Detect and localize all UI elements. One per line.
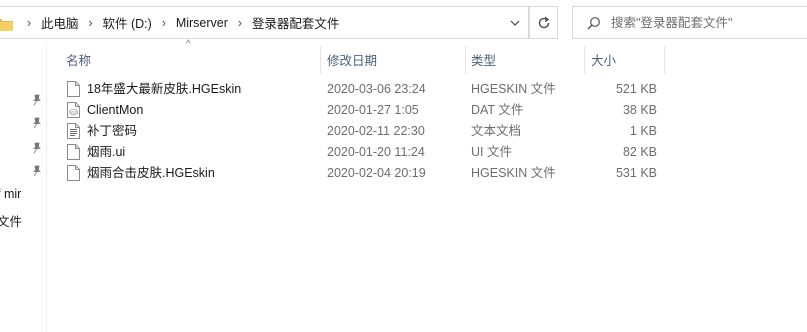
file-name[interactable]: 烟雨合击皮肤.HGEskin	[87, 163, 215, 184]
file-size: 521 KB	[615, 82, 657, 96]
nav-item[interactable]: f mir	[0, 187, 21, 201]
file-type: 文本文档	[471, 124, 522, 138]
file-modified-date: 2020-02-11 22:30	[327, 124, 425, 138]
file-size: 1 KB	[629, 124, 657, 138]
file-type: UI 文件	[471, 145, 512, 159]
file-row[interactable]: 18年盛大最新皮肤.HGEskin 2020-03-06 23:24 HGESK…	[47, 79, 667, 100]
chevron-right-icon[interactable]: ›	[230, 15, 250, 30]
file-row[interactable]: VCD ClientMon 2020-01-27 1:05 DAT 文件 38 …	[47, 100, 667, 121]
breadcrumb-mirserver[interactable]: Mirserver	[174, 16, 230, 30]
file-type: HGESKIN 文件	[471, 82, 556, 96]
column-header-type[interactable]: 类型	[471, 46, 496, 74]
search-box[interactable]	[572, 6, 807, 39]
column-divider[interactable]	[465, 46, 466, 74]
file-row[interactable]: 烟雨.ui 2020-01-20 11:24 UI 文件 82 KB	[47, 142, 667, 163]
file-modified-date: 2020-03-06 23:24	[327, 82, 426, 96]
file-row[interactable]: 补丁密码 2020-02-11 22:30 文本文档 1 KB	[47, 121, 667, 142]
file-name[interactable]: 烟雨.ui	[87, 142, 125, 163]
column-header-size[interactable]: 大小	[591, 46, 616, 74]
svg-text:VCD: VCD	[70, 110, 78, 114]
blank-file-icon	[67, 165, 80, 181]
chevron-right-icon[interactable]: ›	[154, 15, 174, 30]
column-header-row: ^ 名称 修改日期 类型 大小	[47, 39, 667, 74]
file-modified-date: 2020-01-20 11:24	[327, 145, 425, 159]
file-name[interactable]: 补丁密码	[87, 121, 137, 142]
search-input[interactable]	[611, 13, 801, 33]
folder-icon	[0, 19, 13, 31]
file-list: ^ 名称 修改日期 类型 大小 18年盛大最新皮肤.HGEskin 2020-0…	[47, 39, 807, 332]
sort-ascending-icon: ^	[186, 39, 191, 50]
pin-icon[interactable]	[31, 117, 43, 129]
refresh-button[interactable]	[529, 6, 558, 39]
navigation-bar: › 此电脑 › 软件 (D:) › Mirserver › 登录器配套文件	[0, 0, 807, 46]
file-modified-date: 2020-02-04 20:19	[327, 166, 426, 180]
column-divider[interactable]	[584, 46, 585, 74]
navigation-pane: f mir 文件	[0, 46, 47, 332]
chevron-down-icon	[510, 20, 520, 26]
column-divider[interactable]	[664, 46, 665, 74]
file-row[interactable]: 烟雨合击皮肤.HGEskin 2020-02-04 20:19 HGESKIN …	[47, 163, 667, 184]
refresh-icon	[538, 16, 549, 28]
address-bar[interactable]: › 此电脑 › 软件 (D:) › Mirserver › 登录器配套文件	[0, 6, 529, 39]
column-header-date[interactable]: 修改日期	[327, 46, 377, 74]
file-name[interactable]: 18年盛大最新皮肤.HGEskin	[87, 79, 241, 100]
breadcrumb: › 此电脑 › 软件 (D:) › Mirserver › 登录器配套文件	[19, 7, 341, 38]
blank-file-icon	[67, 144, 80, 160]
file-size: 82 KB	[622, 145, 657, 159]
chevron-right-icon[interactable]: ›	[81, 15, 101, 30]
text-file-icon	[67, 123, 80, 139]
breadcrumb-this-pc[interactable]: 此电脑	[39, 13, 81, 32]
blank-file-icon	[67, 81, 80, 97]
file-type: DAT 文件	[471, 103, 524, 117]
file-size: 531 KB	[615, 166, 657, 180]
nav-item[interactable]: 文件	[0, 211, 22, 230]
file-name[interactable]: ClientMon	[87, 100, 143, 121]
column-divider[interactable]	[320, 46, 321, 74]
address-history-dropdown[interactable]	[502, 7, 528, 38]
breadcrumb-current-folder[interactable]: 登录器配套文件	[250, 13, 342, 32]
pin-icon[interactable]	[31, 165, 43, 177]
pin-icon[interactable]	[31, 142, 43, 154]
column-header-name[interactable]: 名称	[66, 46, 91, 74]
chevron-right-icon[interactable]: ›	[19, 15, 39, 30]
pin-icon[interactable]	[31, 94, 43, 106]
search-icon	[587, 17, 600, 30]
file-type: HGESKIN 文件	[471, 166, 556, 180]
breadcrumb-drive-d[interactable]: 软件 (D:)	[101, 13, 154, 32]
file-modified-date: 2020-01-27 1:05	[327, 103, 419, 117]
vcd-file-icon: VCD	[67, 102, 80, 118]
file-size: 38 KB	[622, 103, 657, 117]
